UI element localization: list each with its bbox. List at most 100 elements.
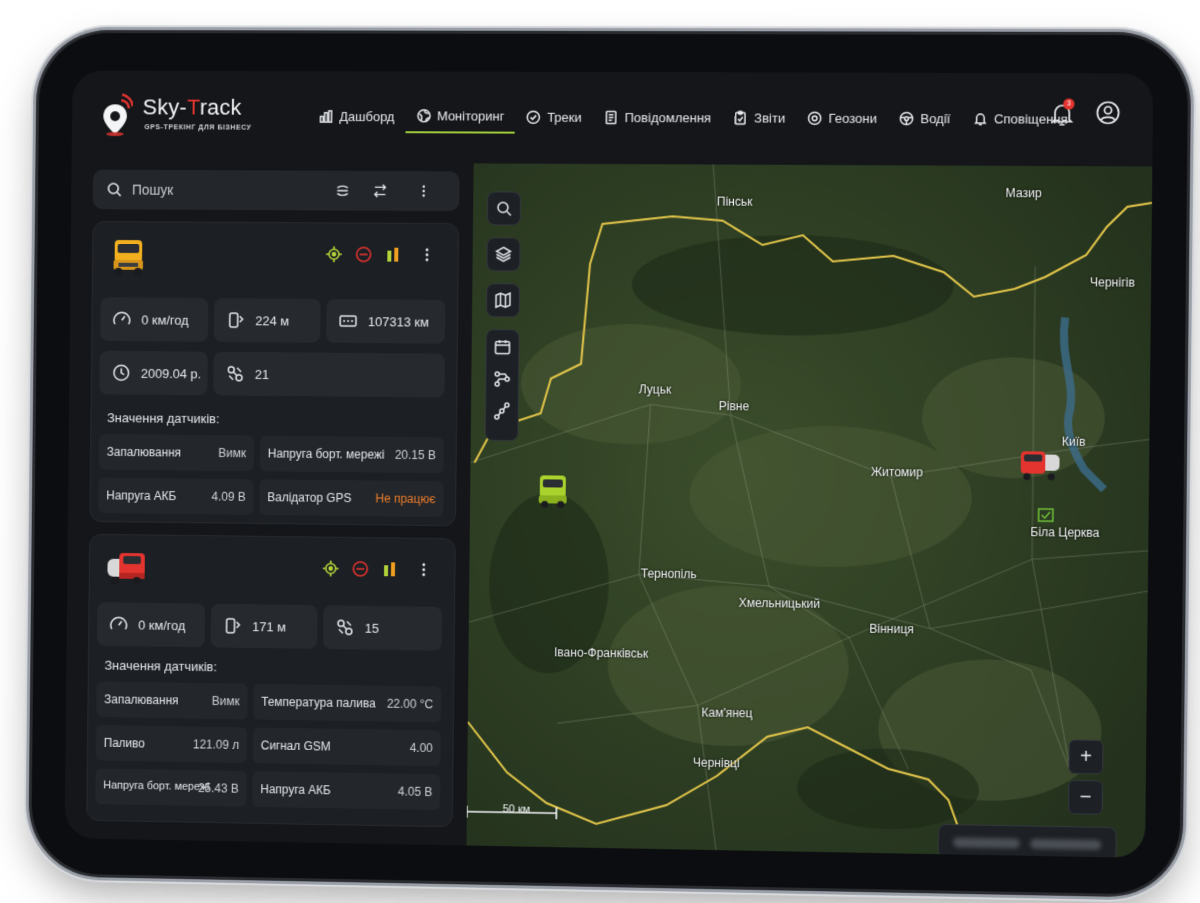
clock-icon xyxy=(111,363,131,383)
odometer-tile: 107313 км xyxy=(326,298,446,344)
logo-pin-icon xyxy=(103,92,133,137)
bell-icon xyxy=(973,111,988,126)
time-tile: 2009.04 р. xyxy=(99,350,208,396)
nav-dashboard[interactable]: Дашборд xyxy=(308,99,406,133)
nav-messages[interactable]: Повідомлення xyxy=(592,100,722,135)
app-screen: Sky-Track GPS-ТРЕКІНГ ДЛЯ БІЗНЕСУ Дашбор… xyxy=(64,70,1154,858)
sensor-value: 121.09 л xyxy=(192,737,240,753)
satellites-tile: 21 xyxy=(213,351,445,398)
nav-monitoring[interactable]: Моніторинг xyxy=(405,99,516,134)
odometer-value: 107313 км xyxy=(367,313,429,330)
unit-menu-icon[interactable] xyxy=(415,561,433,579)
distance-value: 171 м xyxy=(252,618,287,635)
unit-card[interactable]: 0 км/год 224 м 107313 км 2009.04 р. 21 З… xyxy=(89,221,460,527)
brand-name: Sky-Track xyxy=(142,94,242,120)
satellites-value: 15 xyxy=(364,620,380,636)
map-icon xyxy=(494,291,512,309)
sort-icon[interactable] xyxy=(372,183,388,199)
more-options-icon[interactable] xyxy=(416,183,432,199)
sensor-key: Напруга борт. мережі xyxy=(267,446,385,462)
sensor-value: 4.00 xyxy=(409,740,433,756)
nav-tracks[interactable]: Треки xyxy=(515,100,593,134)
map-city-label: Луцьк xyxy=(638,382,672,397)
search-icon xyxy=(495,199,513,217)
sensor-key: Запалювання xyxy=(104,692,179,708)
sensor-row: Напруга АКБ 4.05 В xyxy=(252,771,441,811)
gps-target-icon[interactable] xyxy=(322,559,340,577)
nav-label: Треки xyxy=(547,109,582,125)
signal-status-icon[interactable] xyxy=(381,560,399,578)
nav-drivers[interactable]: Водії xyxy=(888,101,962,135)
distance-icon xyxy=(223,616,243,636)
map-city-label: Біла Церква xyxy=(1030,525,1100,540)
sensor-row: Напруга борт. мережі 20.15 В xyxy=(259,435,444,474)
search-bar[interactable]: Пошук xyxy=(92,169,460,212)
sensor-row: Температура палива 22.00 °C xyxy=(253,683,442,723)
sensor-key: Паливо xyxy=(103,735,145,751)
search-input[interactable]: Пошук xyxy=(132,182,174,198)
satellites-value: 21 xyxy=(254,366,270,382)
track-path-icon[interactable] xyxy=(493,402,511,420)
route-icon[interactable] xyxy=(493,370,511,388)
satellite-icon xyxy=(335,617,355,637)
units-panel: Пошук 0 км/год 224 м 107313 км 2009.04 р… xyxy=(76,162,469,842)
signal-status-icon[interactable] xyxy=(384,246,402,264)
engine-status-icon[interactable] xyxy=(355,245,373,263)
sensor-key: Напруга АКБ xyxy=(106,488,177,504)
map-scale-label: 50 км xyxy=(502,803,531,816)
red-truck-icon xyxy=(107,552,145,585)
satellites-tile: 15 xyxy=(322,605,443,651)
clipboard-icon xyxy=(733,110,748,125)
speed-value: 0 км/год xyxy=(141,311,189,328)
gps-target-icon[interactable] xyxy=(325,245,343,263)
odometer-icon xyxy=(338,311,358,331)
map-layers-button[interactable] xyxy=(486,237,521,272)
main-nav: Дашборд Моніторинг Треки Повідомлення Зв… xyxy=(308,99,1080,136)
user-profile-icon[interactable] xyxy=(1096,101,1121,125)
logo[interactable]: Sky-Track GPS-ТРЕКІНГ ДЛЯ БІЗНЕСУ xyxy=(101,88,268,144)
sensor-key: Сигнал GSM xyxy=(260,738,331,754)
sensor-row: Сигнал GSM 4.00 xyxy=(252,727,441,767)
nav-label: Повідомлення xyxy=(624,109,712,125)
sensor-row: Валідатор GPS Не працює xyxy=(259,479,444,518)
distance-tile: 171 м xyxy=(210,603,318,649)
brand-tagline: GPS-ТРЕКІНГ ДЛЯ БІЗНЕСУ xyxy=(144,124,252,132)
search-icon xyxy=(106,182,122,198)
sensor-key: Валідатор GPS xyxy=(267,490,352,506)
map-city-label: Мазир xyxy=(1005,185,1042,201)
map-type-button[interactable] xyxy=(485,283,521,318)
map-city-label: Київ xyxy=(1061,434,1086,449)
zoom-out-button[interactable]: − xyxy=(1068,779,1104,815)
sensors-title: Значення датчиків: xyxy=(107,410,220,427)
sensor-value: Вимк xyxy=(218,446,247,461)
tablet-frame: Sky-Track GPS-ТРЕКІНГ ДЛЯ БІЗНЕСУ Дашбор… xyxy=(31,32,1189,896)
nav-reports[interactable]: Звіти xyxy=(722,100,797,134)
map-city-label: Пінськ xyxy=(716,194,753,209)
engine-status-icon[interactable] xyxy=(351,560,369,578)
filter-toggle-icon[interactable] xyxy=(335,183,351,199)
unit-menu-icon[interactable] xyxy=(418,246,436,264)
calendar-icon[interactable] xyxy=(493,338,511,356)
yellow-truck-map-marker[interactable] xyxy=(536,473,570,509)
map-city-label: Вінниця xyxy=(869,621,914,637)
map-view[interactable]: Пінськ Мазир Чернігів Луцьк Рівне Київ Ж… xyxy=(466,163,1153,858)
red-truck-map-marker[interactable] xyxy=(1019,448,1062,483)
globe-icon xyxy=(416,108,431,123)
speedometer-icon xyxy=(112,309,132,329)
check-circle-icon xyxy=(527,110,542,124)
nav-geozones[interactable]: Геозони xyxy=(796,101,888,135)
sensor-row: Запалювання Вимк xyxy=(98,433,255,472)
map-city-label: Житомир xyxy=(870,464,924,480)
distance-tile: 224 м xyxy=(213,298,321,343)
unit-card[interactable]: 0 км/год 171 м 15 Значення датчиків: Зап… xyxy=(86,533,456,828)
map-search-button[interactable] xyxy=(486,191,522,226)
sensor-value: Вимк xyxy=(211,694,240,709)
zoom-in-button[interactable]: + xyxy=(1068,739,1104,775)
sensor-value: 25.43 В xyxy=(197,781,239,796)
sensor-value: 22.00 °C xyxy=(386,696,434,712)
speed-tile: 0 км/год xyxy=(100,297,209,342)
layers-icon xyxy=(494,245,512,263)
nav-label: Водії xyxy=(920,110,951,126)
sensor-value-warning: Не працює xyxy=(375,491,436,507)
map-city-label: Івано-Франківськ xyxy=(554,645,649,661)
